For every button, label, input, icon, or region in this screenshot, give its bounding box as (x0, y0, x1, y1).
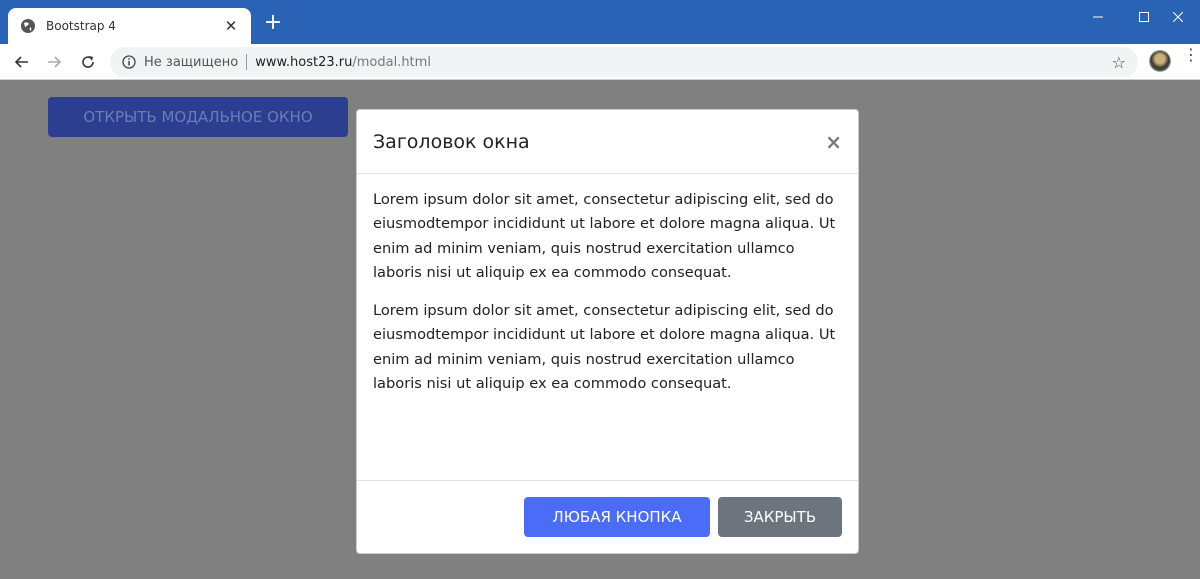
maximize-icon (1139, 12, 1149, 22)
modal-close-icon[interactable]: × (825, 130, 842, 154)
minimize-button[interactable] (1076, 6, 1120, 28)
modal-dialog: Заголовок окна × Lorem ipsum dolor sit a… (356, 109, 859, 554)
security-label: Не защищено (144, 54, 239, 70)
address-bar[interactable]: Не защищено www.host23.ru /modal.html ☆ (110, 47, 1138, 77)
browser-titlebar: Bootstrap 4 ✕ + (0, 0, 1200, 44)
window-close-button[interactable] (1156, 6, 1200, 28)
modal-body: Lorem ipsum dolor sit amet, consectetur … (357, 174, 858, 481)
info-icon[interactable] (122, 55, 136, 69)
browser-toolbar: Не защищено www.host23.ru /modal.html ☆ (0, 44, 1200, 80)
back-arrow-icon (14, 56, 28, 68)
close-modal-button[interactable]: ЗАКРЫТЬ (718, 497, 842, 537)
menu-kebab-icon[interactable]: ⋮ (1183, 47, 1199, 70)
forward-button[interactable] (42, 50, 66, 74)
forward-arrow-icon (48, 56, 62, 68)
open-modal-button[interactable]: ОТКРЫТЬ МОДАЛЬНОЕ ОКНО (48, 97, 348, 137)
reload-button[interactable] (76, 50, 100, 74)
new-tab-button[interactable]: + (262, 12, 284, 34)
modal-header: Заголовок окна × (357, 110, 858, 174)
modal-paragraph: Lorem ipsum dolor sit amet, consectetur … (373, 302, 836, 393)
browser-tab[interactable]: Bootstrap 4 ✕ (8, 8, 251, 44)
back-button[interactable] (10, 50, 34, 74)
tab-close-icon[interactable]: ✕ (223, 17, 239, 35)
address-divider (246, 54, 248, 70)
globe-icon (20, 18, 36, 34)
bookmark-star-icon[interactable]: ☆ (1112, 53, 1126, 72)
modal-paragraph: Lorem ipsum dolor sit amet, consectetur … (373, 191, 836, 281)
modal-footer: ЛЮБАЯ КНОПКА ЗАКРЫТЬ (357, 481, 858, 553)
reload-icon (82, 56, 94, 68)
url-path: /modal.html (352, 54, 431, 70)
url-host: www.host23.ru (255, 54, 353, 70)
tab-title: Bootstrap 4 (46, 19, 116, 33)
any-action-button[interactable]: ЛЮБАЯ КНОПКА (524, 497, 710, 537)
window-close-icon (1173, 12, 1183, 22)
profile-avatar[interactable] (1149, 50, 1171, 72)
minimize-icon (1093, 16, 1103, 18)
modal-title: Заголовок окна (373, 130, 530, 153)
